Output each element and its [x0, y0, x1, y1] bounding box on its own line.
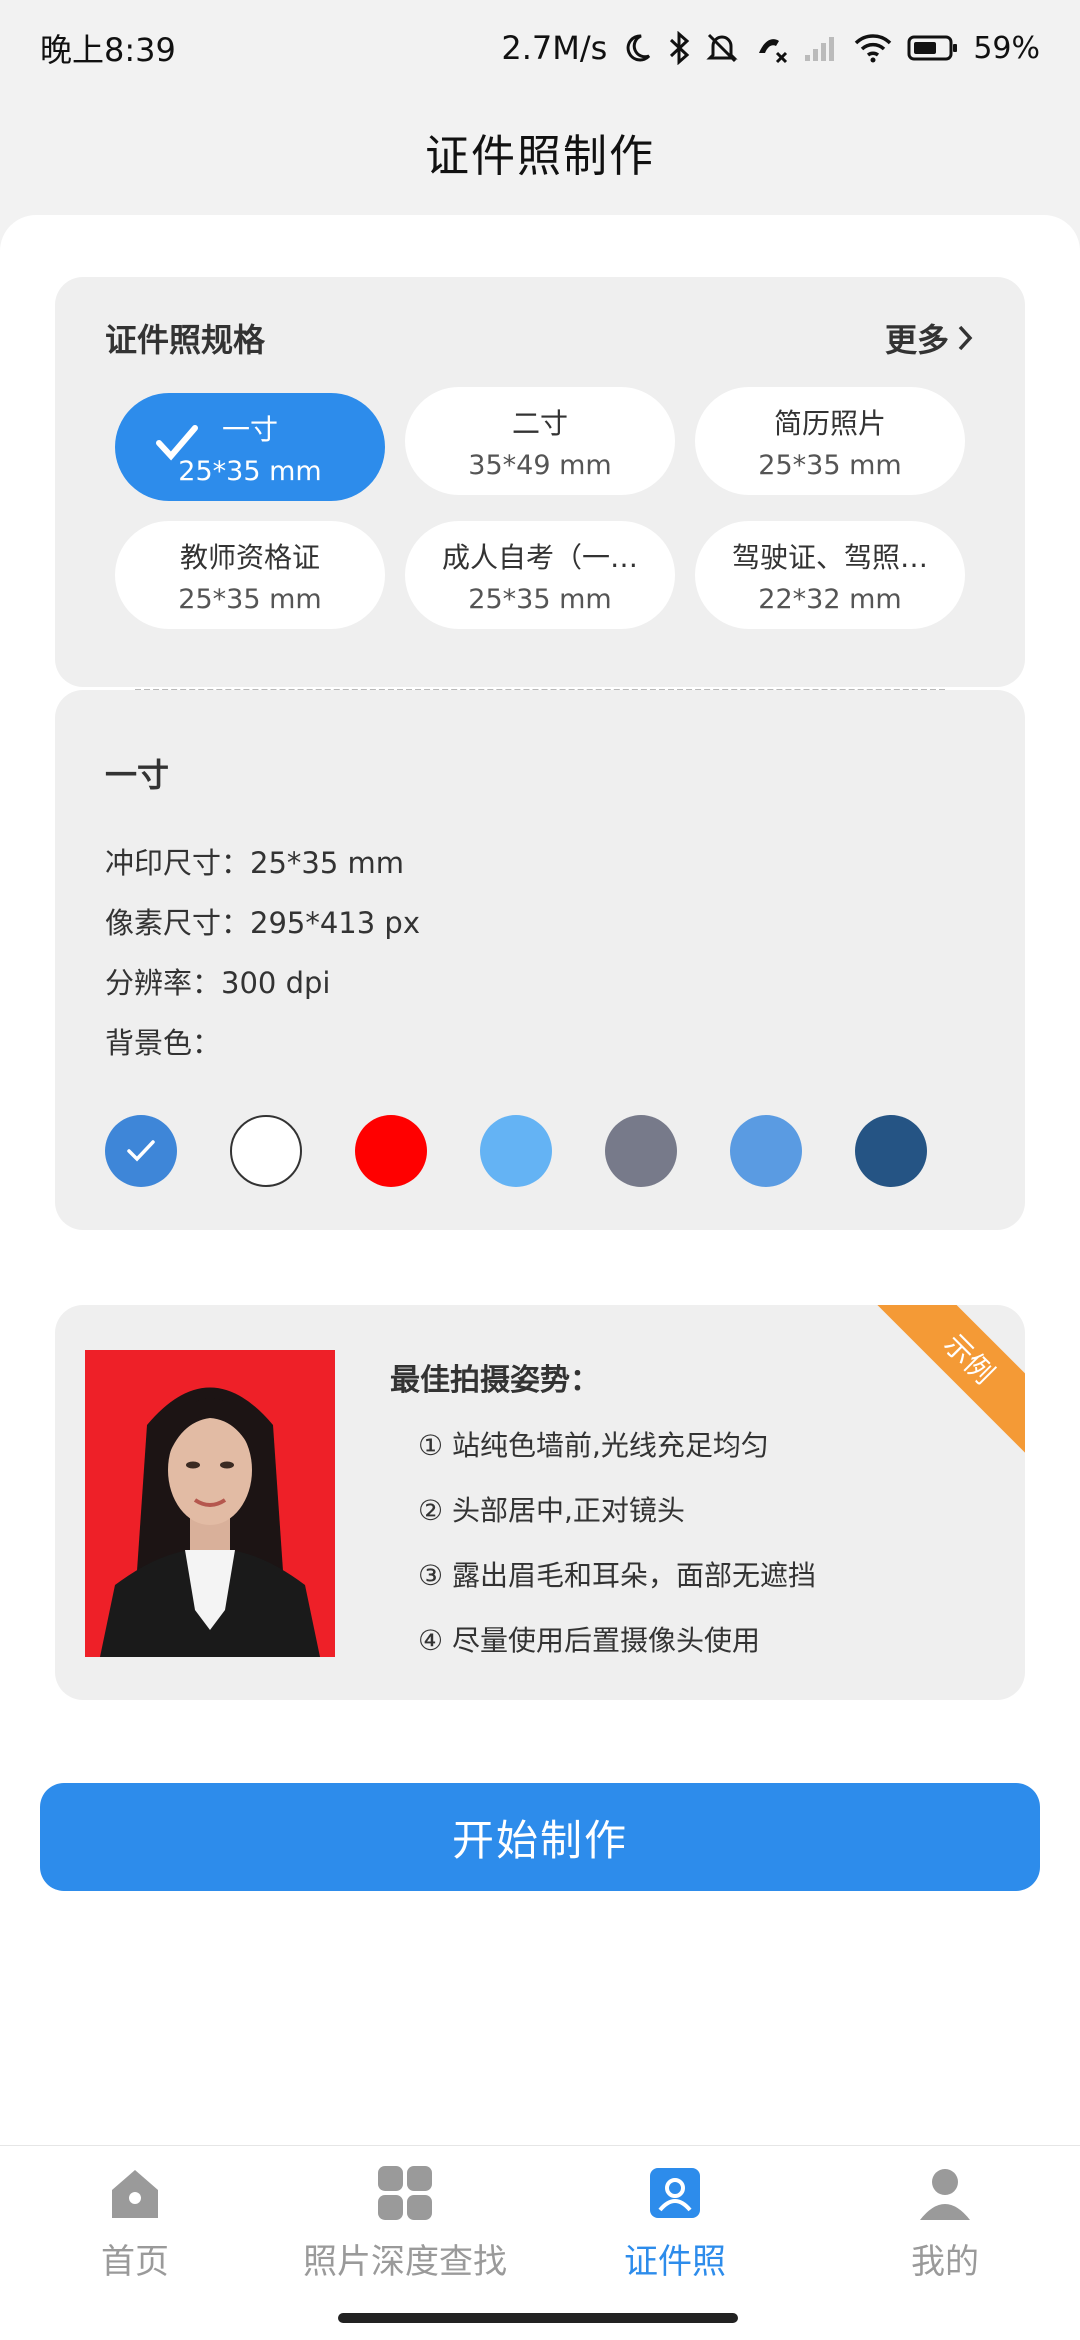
- grid-icon: [378, 2166, 432, 2220]
- spec-name: 驾驶证、驾照…: [731, 540, 928, 574]
- moon-icon: [621, 32, 653, 64]
- bluetooth-icon: [667, 31, 691, 65]
- color-swatch-light-blue[interactable]: [480, 1115, 552, 1187]
- spec-options: 一寸 25*35 mm 二寸 35*49 mm 简历照片 25*35 mm 教师…: [115, 387, 970, 629]
- status-time: 晚上8:39: [40, 31, 176, 69]
- bottom-nav: 首页 照片深度查找 证件照 我的: [0, 2145, 1080, 2340]
- tip-item: ② 头部居中,正对镜头: [418, 1494, 685, 1527]
- sample-photo: [85, 1350, 335, 1657]
- color-swatch-navy[interactable]: [855, 1115, 927, 1187]
- print-size: 冲印尺寸：25*35 mm: [105, 846, 405, 880]
- spec-size: 25*35 mm: [758, 449, 902, 481]
- nav-label: 证件照: [624, 2242, 726, 2282]
- network-speed: 2.7M/s: [501, 29, 608, 67]
- nav-home[interactable]: 首页: [0, 2146, 270, 2340]
- nav-profile[interactable]: 我的: [810, 2146, 1080, 2340]
- mute-bell-icon: [705, 31, 739, 65]
- start-button[interactable]: 开始制作: [40, 1783, 1040, 1891]
- spec-option-driver[interactable]: 驾驶证、驾照… 22*32 mm: [695, 521, 965, 629]
- nav-label: 首页: [101, 2242, 169, 2282]
- resolution: 分辨率：300 dpi: [105, 966, 331, 1000]
- spec-header: 证件照规格 更多: [105, 315, 975, 361]
- color-swatch-red[interactable]: [355, 1115, 427, 1187]
- sample-card: 最佳拍摄姿势： ① 站纯色墙前,光线充足均匀 ② 头部居中,正对镜头 ③ 露出眉…: [55, 1305, 1025, 1700]
- spec-size: 35*49 mm: [468, 449, 612, 481]
- signal-icon: [803, 33, 839, 63]
- content-sheet: 证件照规格 更多 一寸 25*35 mm 二寸 35*49 mm 简历照片 25…: [0, 215, 1080, 2145]
- nav-deep-search[interactable]: 照片深度查找: [270, 2146, 540, 2340]
- shooting-tips: 最佳拍摄姿势： ① 站纯色墙前,光线充足均匀 ② 头部居中,正对镜头 ③ 露出眉…: [390, 1355, 816, 1659]
- spec-name: 二寸: [511, 406, 568, 440]
- spec-name: 成人自考（一…: [441, 540, 638, 574]
- spec-option-teacher[interactable]: 教师资格证 25*35 mm: [115, 521, 385, 629]
- spec-card: 证件照规格 更多 一寸 25*35 mm 二寸 35*49 mm 简历照片 25…: [55, 277, 1025, 687]
- spec-name: 简历照片: [773, 406, 886, 440]
- spec-option-adult-exam[interactable]: 成人自考（一… 25*35 mm: [405, 521, 675, 629]
- detail-card: 一寸 冲印尺寸：25*35 mm 像素尺寸：295*413 px 分辨率：300…: [55, 690, 1025, 1230]
- pixel-size: 像素尺寸：295*413 px: [105, 906, 420, 940]
- background-color-options: [105, 1115, 927, 1187]
- status-indicators: 2.7M/s 59%: [501, 29, 1040, 67]
- check-icon: [155, 423, 199, 467]
- spec-label: 证件照规格: [105, 321, 266, 359]
- spec-size: 25*35 mm: [178, 583, 322, 615]
- profile-icon: [920, 2169, 970, 2220]
- spec-size: 22*32 mm: [758, 583, 902, 615]
- tip-item: ① 站纯色墙前,光线充足均匀: [418, 1429, 769, 1462]
- nav-id-photo[interactable]: 证件照: [540, 2146, 810, 2340]
- nav-label: 照片深度查找: [303, 2242, 507, 2282]
- spec-option-resume[interactable]: 简历照片 25*35 mm: [695, 387, 965, 495]
- color-swatch-sky-blue[interactable]: [730, 1115, 802, 1187]
- battery-icon: [907, 34, 959, 62]
- color-swatch-gray[interactable]: [605, 1115, 677, 1187]
- status-bar: 晚上8:39 2.7M/s 59%: [0, 0, 1080, 96]
- tip-item: ④ 尽量使用后置摄像头使用: [418, 1624, 761, 1657]
- battery-level: 59%: [973, 30, 1040, 66]
- spec-option-ercun[interactable]: 二寸 35*49 mm: [405, 387, 675, 495]
- color-swatch-white[interactable]: [230, 1115, 302, 1187]
- chevron-right-icon: [958, 325, 973, 351]
- page-title: 证件照制作: [425, 131, 655, 182]
- more-link[interactable]: 更多: [885, 315, 975, 361]
- call-blocked-icon: [753, 31, 789, 65]
- sample-badge: 示例: [865, 1305, 1025, 1463]
- id-photo-icon: [650, 2168, 700, 2218]
- home-indicator: [338, 2313, 738, 2323]
- check-icon: [127, 1140, 155, 1162]
- spec-name: 一寸: [221, 412, 278, 446]
- home-icon: [112, 2170, 158, 2218]
- spec-name: 教师资格证: [179, 540, 320, 574]
- spec-option-yicun[interactable]: 一寸 25*35 mm: [115, 393, 385, 501]
- spec-size: 25*35 mm: [178, 455, 322, 487]
- tips-title: 最佳拍摄姿势：: [390, 1363, 600, 1398]
- tip-item: ③ 露出眉毛和耳朵，面部无遮挡: [418, 1559, 817, 1592]
- spec-size: 25*35 mm: [468, 583, 612, 615]
- wifi-icon: [853, 32, 893, 64]
- nav-label: 我的: [911, 2242, 979, 2282]
- more-label: 更多: [884, 321, 949, 359]
- detail-title: 一寸: [105, 756, 170, 794]
- background-label: 背景色：: [105, 1026, 222, 1060]
- color-swatch-blue[interactable]: [105, 1115, 177, 1187]
